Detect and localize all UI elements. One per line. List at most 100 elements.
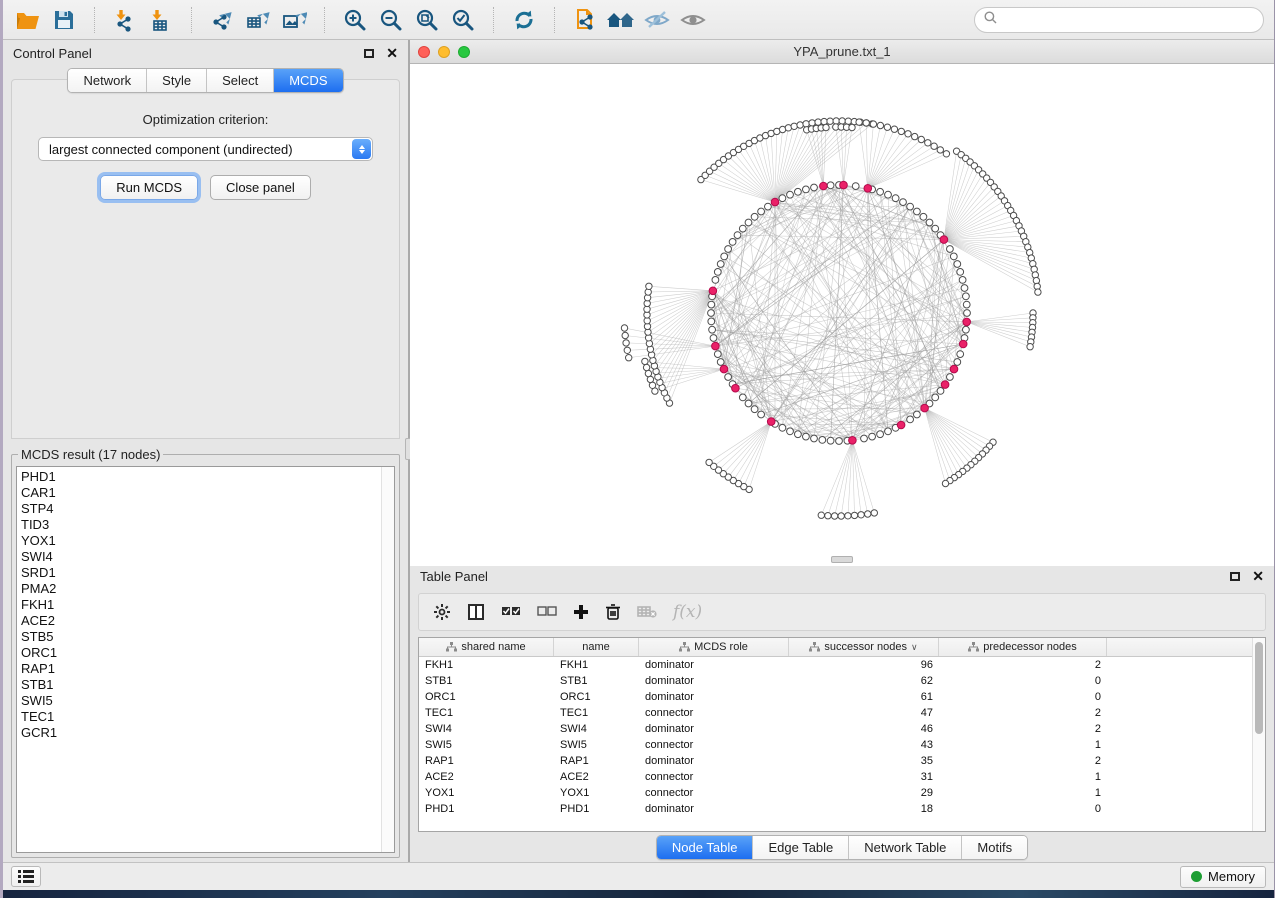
table-row[interactable]: RAP1RAP1dominator352 xyxy=(419,753,1252,769)
leaf-node[interactable] xyxy=(818,512,824,518)
leaf-node[interactable] xyxy=(884,124,890,130)
import-table-icon[interactable] xyxy=(146,6,176,34)
tab-node-table[interactable]: Node Table xyxy=(657,836,754,859)
search-box[interactable] xyxy=(974,7,1264,33)
leaf-node[interactable] xyxy=(706,459,712,465)
leaf-node[interactable] xyxy=(621,325,627,331)
cell-name[interactable]: STB1 xyxy=(554,675,639,687)
close-panel-icon[interactable]: ✕ xyxy=(386,46,398,60)
cell-name[interactable]: YOX1 xyxy=(554,787,639,799)
cell-name[interactable]: SWI5 xyxy=(554,739,639,751)
leaf-node[interactable] xyxy=(839,118,845,124)
ring-node[interactable] xyxy=(827,182,834,189)
select-all-icon[interactable] xyxy=(501,605,521,619)
ring-node[interactable] xyxy=(819,437,826,444)
leaf-node[interactable] xyxy=(937,147,943,153)
mcds-hub-node[interactable] xyxy=(921,404,929,412)
table-row[interactable]: FKH1FKH1dominator962 xyxy=(419,657,1252,673)
ring-node[interactable] xyxy=(758,411,765,418)
cell-successor-nodes[interactable]: 62 xyxy=(789,675,939,687)
cell-predecessor-nodes[interactable]: 2 xyxy=(939,723,1107,735)
ring-node[interactable] xyxy=(745,400,752,407)
cell-name[interactable]: SWI4 xyxy=(554,723,639,735)
leaf-node[interactable] xyxy=(827,118,833,124)
table-row[interactable]: STB1STB1dominator620 xyxy=(419,673,1252,689)
close-window-icon[interactable] xyxy=(418,46,430,58)
leaf-node[interactable] xyxy=(851,512,857,518)
leaf-node[interactable] xyxy=(943,151,949,157)
table-close-icon[interactable]: ✕ xyxy=(1252,569,1264,583)
mcds-hub-node[interactable] xyxy=(732,384,740,392)
cell-predecessor-nodes[interactable]: 0 xyxy=(939,803,1107,815)
column-header-shared-name[interactable]: shared name xyxy=(419,638,554,656)
cell-shared-name[interactable]: PHD1 xyxy=(419,803,554,815)
mcds-node-item[interactable]: YOX1 xyxy=(21,533,377,549)
ring-node[interactable] xyxy=(885,191,892,198)
zoom-out-icon[interactable] xyxy=(376,6,406,34)
horizontal-splitter-handle[interactable] xyxy=(831,556,853,563)
table-settings-icon[interactable] xyxy=(433,603,451,621)
leaf-node[interactable] xyxy=(877,122,883,128)
leaf-node[interactable] xyxy=(809,120,815,126)
cell-MCDS-role[interactable]: connector xyxy=(639,739,789,751)
column-header-successor-nodes[interactable]: successor nodes∨ xyxy=(789,638,939,656)
table-scrollbar-thumb[interactable] xyxy=(1255,642,1263,734)
mcds-node-item[interactable]: STP4 xyxy=(21,501,377,517)
mcds-node-item[interactable]: STB5 xyxy=(21,629,377,645)
cell-predecessor-nodes[interactable]: 1 xyxy=(939,787,1107,799)
network-graph[interactable] xyxy=(410,64,1275,561)
column-header-MCDS-role[interactable]: MCDS role xyxy=(639,638,789,656)
leaf-node[interactable] xyxy=(646,283,652,289)
ring-node[interactable] xyxy=(914,208,921,215)
leaf-node[interactable] xyxy=(912,133,918,139)
ring-node[interactable] xyxy=(803,186,810,193)
leaf-node[interactable] xyxy=(624,347,630,353)
mcds-hub-node[interactable] xyxy=(720,365,728,373)
ring-node[interactable] xyxy=(877,188,884,195)
search-input[interactable] xyxy=(1002,13,1254,27)
criterion-dropdown[interactable]: largest connected component (undirected) xyxy=(38,137,373,161)
leaf-node[interactable] xyxy=(858,512,864,518)
mcds-hub-node[interactable] xyxy=(820,182,828,190)
leaf-node[interactable] xyxy=(645,370,651,376)
mcds-hub-node[interactable] xyxy=(963,318,971,326)
cell-shared-name[interactable]: SWI4 xyxy=(419,723,554,735)
new-network-from-selection-icon[interactable] xyxy=(570,6,600,34)
table-scrollbar[interactable] xyxy=(1252,638,1265,831)
leaf-node[interactable] xyxy=(870,121,876,127)
cell-successor-nodes[interactable]: 61 xyxy=(789,691,939,703)
memory-button[interactable]: Memory xyxy=(1180,866,1266,888)
leaf-node[interactable] xyxy=(791,123,797,129)
ring-node[interactable] xyxy=(714,351,721,358)
tab-motifs[interactable]: Motifs xyxy=(962,836,1027,859)
ring-node[interactable] xyxy=(861,435,868,442)
cell-MCDS-role[interactable]: connector xyxy=(639,771,789,783)
export-network-icon[interactable] xyxy=(207,6,237,34)
tab-style[interactable]: Style xyxy=(147,69,207,92)
minimize-window-icon[interactable] xyxy=(438,46,450,58)
leaf-node[interactable] xyxy=(891,126,897,132)
leaf-node[interactable] xyxy=(925,140,931,146)
mcds-node-item[interactable]: PHD1 xyxy=(21,469,377,485)
ring-node[interactable] xyxy=(963,301,970,308)
leaf-node[interactable] xyxy=(849,124,855,130)
tab-network[interactable]: Network xyxy=(68,69,147,92)
column-header-name[interactable]: name xyxy=(554,638,639,656)
cell-shared-name[interactable]: TEC1 xyxy=(419,707,554,719)
cell-shared-name[interactable]: FKH1 xyxy=(419,659,554,671)
ring-node[interactable] xyxy=(803,433,810,440)
mcds-node-item[interactable]: CAR1 xyxy=(21,485,377,501)
ring-node[interactable] xyxy=(745,219,752,226)
cell-name[interactable]: TEC1 xyxy=(554,707,639,719)
cell-shared-name[interactable]: YOX1 xyxy=(419,787,554,799)
mcds-hub-node[interactable] xyxy=(941,381,949,389)
ring-node[interactable] xyxy=(779,424,786,431)
leaf-node[interactable] xyxy=(856,119,862,125)
mcds-hub-node[interactable] xyxy=(940,236,948,244)
ring-node[interactable] xyxy=(717,359,724,366)
run-mcds-button[interactable]: Run MCDS xyxy=(100,175,198,200)
import-network-icon[interactable] xyxy=(110,6,140,34)
ring-node[interactable] xyxy=(758,208,765,215)
mcds-hub-node[interactable] xyxy=(959,340,967,348)
leaf-node[interactable] xyxy=(803,121,809,127)
